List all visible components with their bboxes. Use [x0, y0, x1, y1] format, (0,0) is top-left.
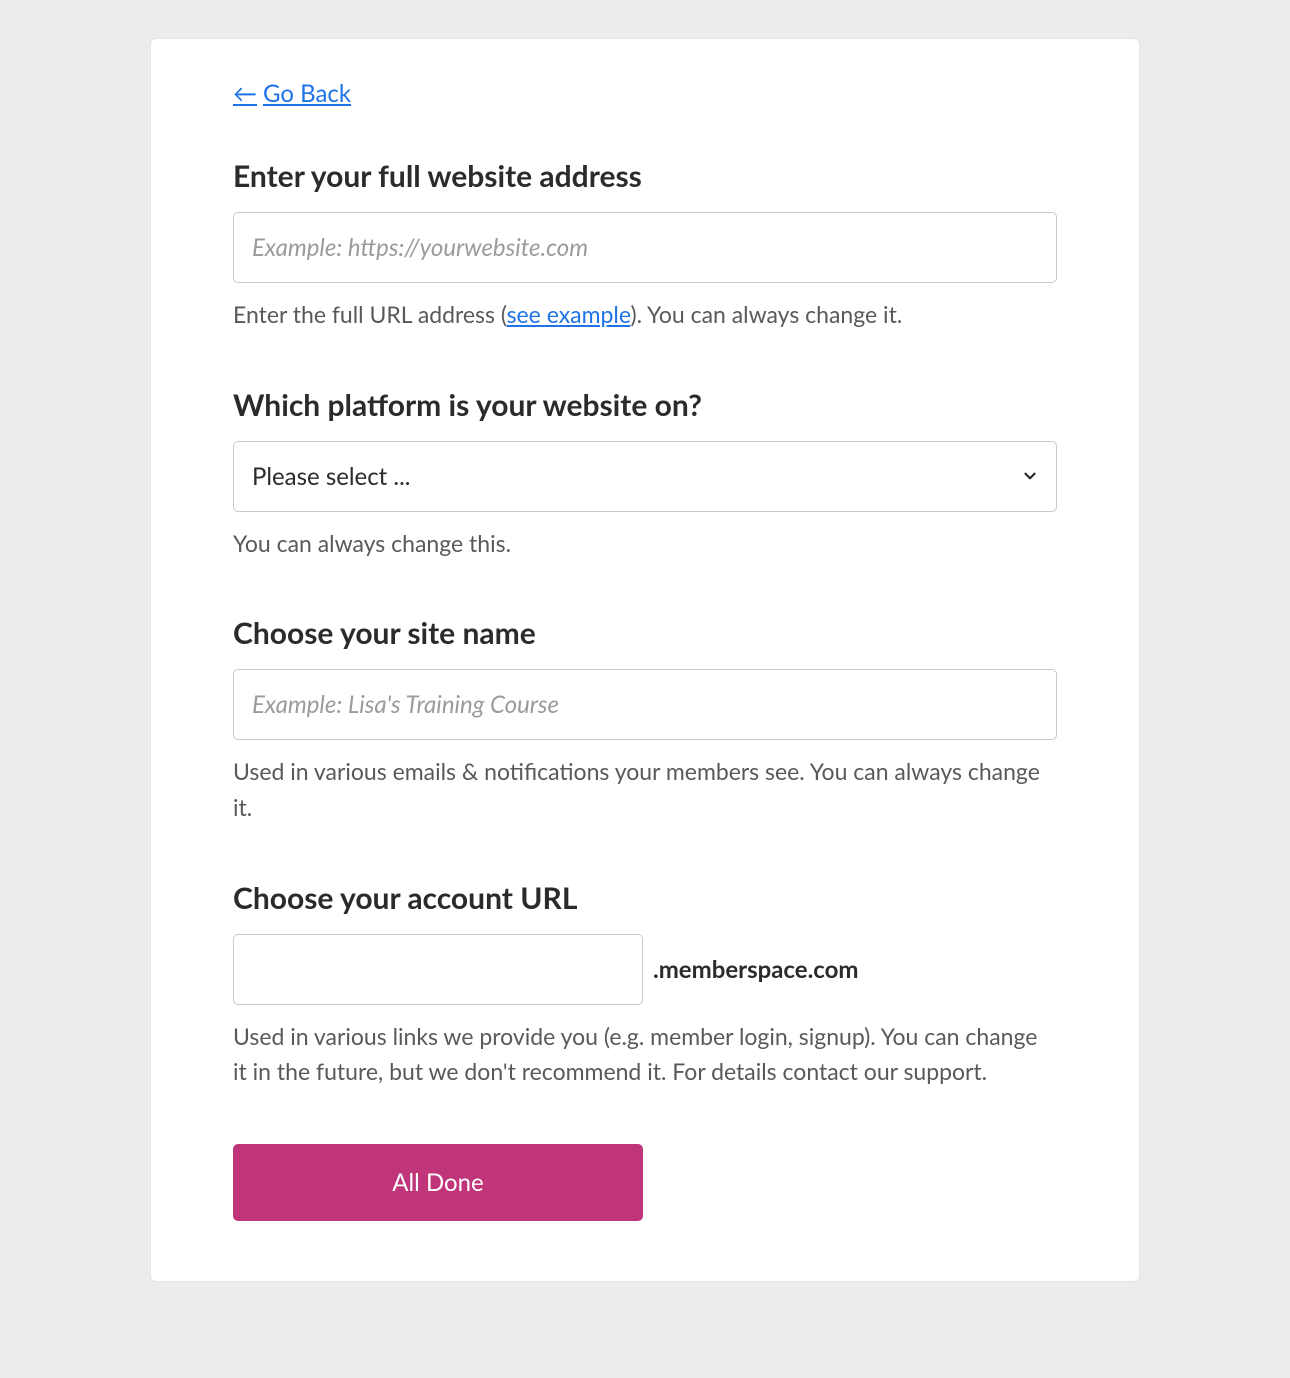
site-name-label: Choose your site name	[233, 615, 1057, 651]
platform-select-wrapper: Please select ...	[233, 441, 1057, 512]
website-address-input[interactable]	[233, 212, 1057, 283]
account-url-input[interactable]	[233, 934, 643, 1005]
all-done-button[interactable]: All Done	[233, 1144, 643, 1221]
platform-label: Which platform is your website on?	[233, 387, 1057, 423]
site-name-help: Used in various emails & notifications y…	[233, 754, 1057, 825]
site-name-input[interactable]	[233, 669, 1057, 740]
account-url-suffix: .memberspace.com	[653, 955, 859, 984]
platform-group: Which platform is your website on? Pleas…	[233, 387, 1057, 562]
see-example-link[interactable]: see example	[507, 300, 631, 328]
setup-form-card: ← Go Back Enter your full website addres…	[150, 38, 1140, 1282]
platform-select[interactable]: Please select ...	[233, 441, 1057, 512]
account-url-label: Choose your account URL	[233, 880, 1057, 916]
website-address-help: Enter the full URL address (see example)…	[233, 297, 1057, 333]
site-name-group: Choose your site name Used in various em…	[233, 615, 1057, 825]
go-back-link[interactable]: ← Go Back	[233, 79, 351, 108]
go-back-label: Go Back	[263, 79, 351, 108]
account-url-group: Choose your account URL .memberspace.com…	[233, 880, 1057, 1090]
website-address-group: Enter your full website address Enter th…	[233, 158, 1057, 333]
website-address-label: Enter your full website address	[233, 158, 1057, 194]
arrow-left-icon: ←	[233, 79, 257, 108]
platform-help: You can always change this.	[233, 526, 1057, 562]
account-url-help: Used in various links we provide you (e.…	[233, 1019, 1057, 1090]
account-url-row: .memberspace.com	[233, 934, 1057, 1005]
